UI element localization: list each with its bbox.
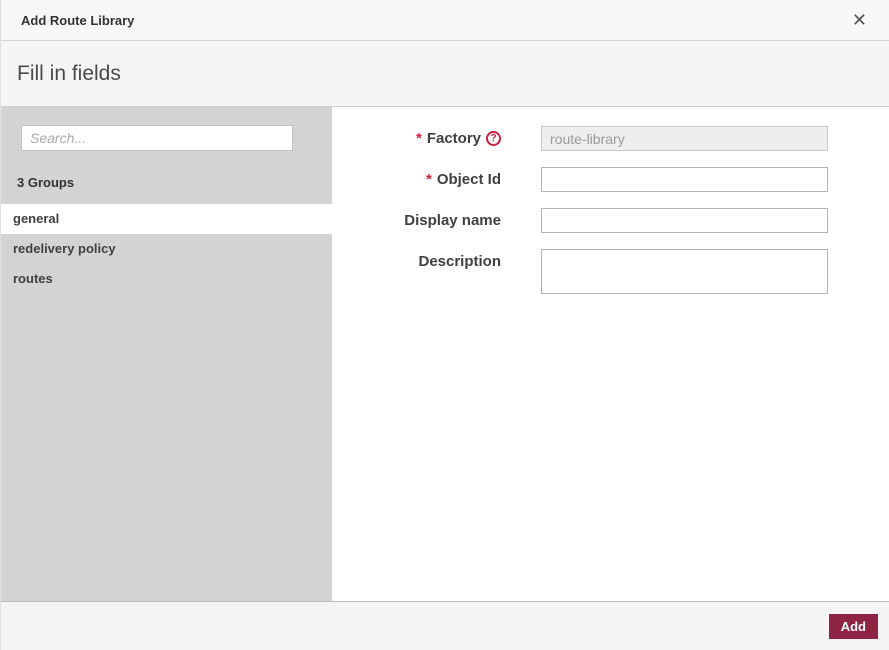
sidebar-item-routes[interactable]: routes xyxy=(1,264,332,294)
object-id-input[interactable] xyxy=(541,167,828,192)
description-field-wrap xyxy=(541,249,828,299)
object-id-field-wrap xyxy=(541,167,828,192)
dialog-footer: Add xyxy=(1,602,889,650)
add-route-library-dialog: Add Route Library ✕ Fill in fields 3 Gro… xyxy=(0,0,889,650)
dialog-titlebar: Add Route Library ✕ xyxy=(1,0,889,41)
display-name-field-wrap xyxy=(541,208,828,233)
display-name-label-text: Display name xyxy=(404,212,501,229)
dialog-title: Add Route Library xyxy=(21,13,134,28)
sidebar-item-general[interactable]: general xyxy=(1,204,332,234)
help-icon[interactable]: ? xyxy=(486,131,501,146)
search-wrap xyxy=(1,107,332,151)
required-asterisk-icon: * xyxy=(416,130,422,147)
object-id-label: * Object Id xyxy=(332,171,501,188)
required-asterisk-icon: * xyxy=(426,171,432,188)
object-id-label-text: Object Id xyxy=(437,171,501,188)
description-label: Description xyxy=(332,253,501,270)
description-textarea[interactable] xyxy=(541,249,828,294)
factory-label-text: Factory xyxy=(427,130,481,147)
factory-input xyxy=(541,126,828,151)
form-row-object-id: * Object Id xyxy=(332,167,889,192)
form-row-factory: * Factory ? xyxy=(332,126,889,151)
search-input[interactable] xyxy=(21,125,293,151)
form-row-display-name: Display name xyxy=(332,208,889,233)
group-list: general redelivery policy routes xyxy=(1,204,332,294)
groups-sidebar: 3 Groups general redelivery policy route… xyxy=(1,107,332,601)
dialog-body: 3 Groups general redelivery policy route… xyxy=(1,107,889,602)
groups-count-label: 3 Groups xyxy=(17,175,332,190)
dialog-subheader: Fill in fields xyxy=(1,41,889,107)
display-name-label: Display name xyxy=(332,212,501,229)
display-name-input[interactable] xyxy=(541,208,828,233)
add-button[interactable]: Add xyxy=(829,614,878,639)
factory-label: * Factory ? xyxy=(332,130,501,147)
close-icon[interactable]: ✕ xyxy=(846,7,873,33)
form-content: * Factory ? * Object Id xyxy=(332,107,889,601)
factory-field-wrap xyxy=(541,126,828,151)
sidebar-item-redelivery-policy[interactable]: redelivery policy xyxy=(1,234,332,264)
description-label-text: Description xyxy=(418,253,501,270)
page-title: Fill in fields xyxy=(17,62,121,86)
form-row-description: Description xyxy=(332,249,889,299)
